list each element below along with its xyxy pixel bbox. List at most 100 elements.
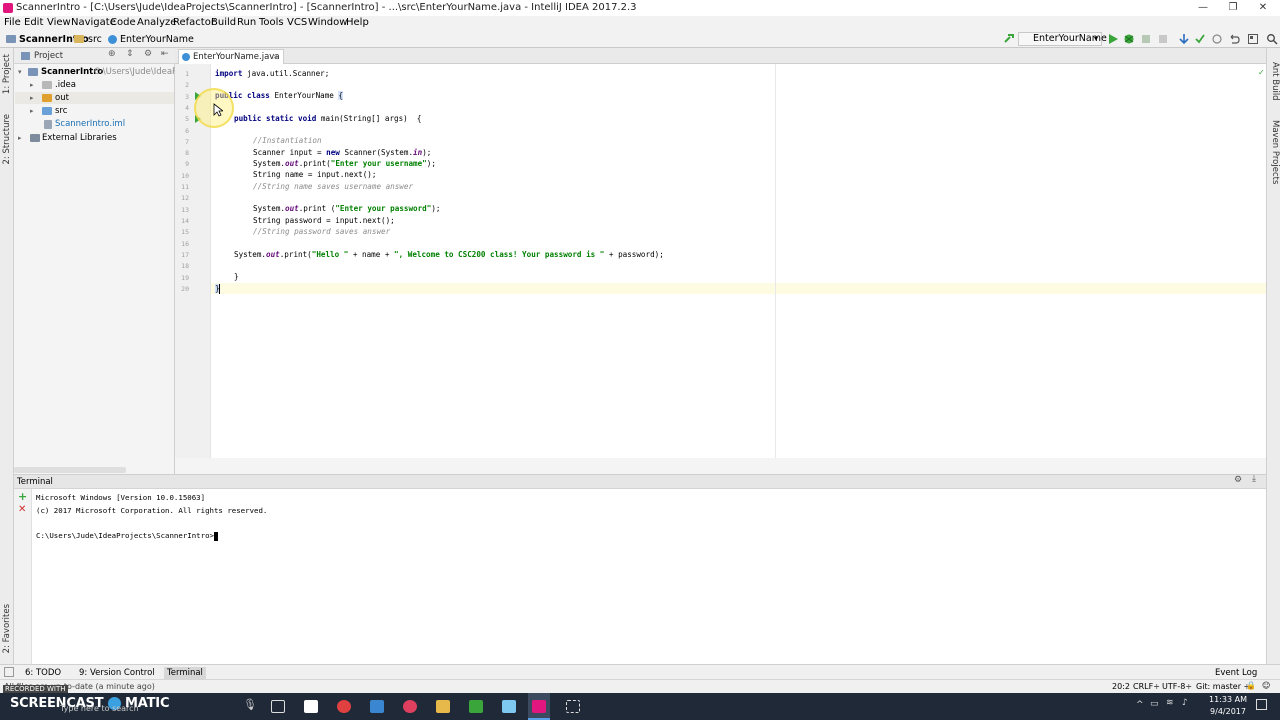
encoding-select[interactable]: UTF-8÷ <box>1162 682 1192 691</box>
task-view-icon[interactable] <box>271 700 285 713</box>
tool-window-bar: 6: TODO 9: Version Control Terminal Even… <box>0 664 1280 679</box>
git-branch-select[interactable]: Git: master ÷ <box>1196 682 1250 691</box>
collapsed-arrow-icon[interactable]: ▸ <box>18 134 22 142</box>
tree-item-iml[interactable]: ScannerIntro.iml <box>55 119 125 129</box>
collapse-all-icon[interactable]: ⇕ <box>126 49 134 59</box>
caret-position[interactable]: 20:2 <box>1112 682 1130 691</box>
tray-arrow-icon[interactable]: ^ <box>1136 700 1144 710</box>
ant-build-tool-button[interactable]: Ant Build <box>1270 62 1280 101</box>
folder-icon <box>42 81 52 89</box>
clock-time[interactable]: 11:33 AM <box>1204 695 1252 704</box>
tree-root-path: C:\Users\Jude\IdeaProj <box>94 67 188 77</box>
collapsed-arrow-icon[interactable]: ▸ <box>30 94 34 102</box>
action-center-icon[interactable] <box>1256 699 1267 710</box>
line-number: 19 <box>181 274 189 282</box>
code-line-11: //String name saves username answer <box>253 182 414 191</box>
vcs-history-icon[interactable] <box>1211 33 1223 45</box>
toggle-tool-windows-icon[interactable] <box>4 667 14 677</box>
mouse-pointer-icon <box>213 103 223 117</box>
code-editor[interactable] <box>211 64 1266 458</box>
file-explorer-icon[interactable] <box>436 700 450 713</box>
horizontal-scrollbar[interactable] <box>14 467 126 473</box>
menu-code[interactable]: Code <box>110 17 136 28</box>
run-configuration-select[interactable]: EnterYourName ▾ <box>1018 32 1107 46</box>
snipping-tool-icon[interactable] <box>566 700 580 713</box>
menu-view[interactable]: View <box>47 17 71 28</box>
favorites-tool-button[interactable]: 2: Favorites <box>2 604 12 653</box>
stop-icon[interactable] <box>1157 33 1169 45</box>
menu-analyze[interactable]: Analyze <box>137 17 176 28</box>
project-panel-title[interactable]: Project <box>34 51 63 61</box>
collapsed-arrow-icon[interactable]: ▸ <box>30 107 34 115</box>
tree-item-out[interactable]: out <box>55 93 69 103</box>
microphone-icon[interactable]: 🎙 <box>243 698 257 711</box>
breadcrumb-class[interactable]: EnterYourName <box>120 34 194 45</box>
tree-selection-highlight <box>15 92 174 104</box>
collapsed-arrow-icon[interactable]: ▸ <box>30 81 34 89</box>
debug-icon[interactable] <box>1123 33 1135 45</box>
expand-arrow-icon[interactable]: ▾ <box>18 68 22 76</box>
menu-window[interactable]: Window <box>308 17 347 28</box>
code-line-5: public static void main(String[] args) { <box>234 114 422 123</box>
menu-build[interactable]: Build <box>211 17 236 28</box>
project-structure-icon[interactable] <box>1247 33 1259 45</box>
event-log-button[interactable]: Event Log <box>1212 667 1260 679</box>
breadcrumb-src[interactable]: src <box>88 34 102 45</box>
maximize-button[interactable]: ❐ <box>1218 0 1248 16</box>
terminal-tool-button[interactable]: Terminal <box>164 667 206 679</box>
sticky-notes-icon[interactable] <box>502 700 516 713</box>
store-icon[interactable] <box>304 700 318 713</box>
close-button[interactable]: ✕ <box>1248 0 1278 16</box>
close-session-icon[interactable]: ✕ <box>18 504 26 515</box>
locate-icon[interactable]: ⊕ <box>108 49 116 59</box>
line-number: 17 <box>181 251 189 259</box>
hide-panel-icon[interactable]: ⤓ <box>1252 474 1256 484</box>
libraries-icon <box>30 134 40 142</box>
minimize-button[interactable]: — <box>1188 0 1218 16</box>
tree-item-external-libraries[interactable]: External Libraries <box>42 133 117 143</box>
menu-help[interactable]: Help <box>346 17 369 28</box>
new-session-icon[interactable]: + <box>18 490 27 503</box>
clock-date[interactable]: 9/4/2017 <box>1204 707 1252 716</box>
project-tool-button[interactable]: 1: Project <box>2 54 12 94</box>
mail-icon[interactable] <box>370 700 384 713</box>
editor-tab[interactable]: EnterYourName.java × <box>178 49 284 64</box>
menu-vcs[interactable]: VCS <box>287 17 307 28</box>
menu-tools[interactable]: Tools <box>259 17 284 28</box>
menu-edit[interactable]: Edit <box>24 17 43 28</box>
gear-icon[interactable]: ⚙ <box>144 49 152 59</box>
excel-icon[interactable] <box>469 700 483 713</box>
revert-icon[interactable] <box>1228 33 1240 45</box>
structure-tool-button[interactable]: 2: Structure <box>2 114 12 165</box>
menu-refactor[interactable]: Refactor <box>173 17 215 28</box>
hide-panel-icon[interactable]: ⇤ <box>161 49 169 59</box>
search-icon[interactable] <box>1266 33 1278 45</box>
build-hammer-icon[interactable] <box>1003 33 1015 45</box>
current-line-highlight <box>211 283 1266 294</box>
terminal-output[interactable]: Microsoft Windows [Version 10.0.15063] (… <box>32 489 1266 664</box>
search-box[interactable]: Type here to search <box>60 704 139 713</box>
run-icon[interactable] <box>1107 33 1119 45</box>
vcs-commit-icon[interactable] <box>1194 33 1206 45</box>
maven-projects-tool-button[interactable]: Maven Projects <box>1270 120 1280 184</box>
tree-item-src[interactable]: src <box>55 106 67 116</box>
close-tab-icon[interactable]: × <box>272 50 279 64</box>
menu-file[interactable]: File <box>4 17 21 28</box>
volume-icon[interactable]: ♪ <box>1182 698 1188 708</box>
vcs-update-icon[interactable] <box>1178 33 1190 45</box>
version-control-tool-button[interactable]: 9: Version Control <box>76 667 158 679</box>
inspector-icon[interactable]: ☺ <box>1262 681 1270 690</box>
chrome-icon[interactable] <box>337 700 351 713</box>
wifi-icon[interactable]: ≋ <box>1166 698 1174 708</box>
todo-tool-button[interactable]: 6: TODO <box>22 667 64 679</box>
coverage-icon[interactable] <box>1140 33 1152 45</box>
menu-run[interactable]: Run <box>237 17 256 28</box>
intellij-taskbar-icon[interactable] <box>532 700 546 713</box>
inspection-ok-icon[interactable]: ✓ <box>1258 68 1265 77</box>
lock-icon[interactable]: 🔒 <box>1246 681 1256 690</box>
battery-icon[interactable]: ▭ <box>1150 699 1159 709</box>
line-separator-select[interactable]: CRLF÷ <box>1133 682 1160 691</box>
app-icon[interactable] <box>403 700 417 713</box>
tree-item-idea[interactable]: .idea <box>55 80 76 90</box>
gear-icon[interactable]: ⚙ <box>1234 475 1242 485</box>
